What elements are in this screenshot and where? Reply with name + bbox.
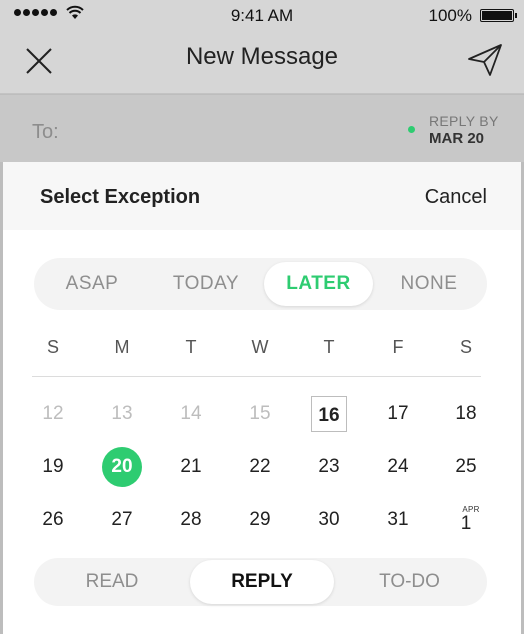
message-type-segmented-control: READ REPLY TO-DO [34,558,487,606]
calendar-day: 12 [42,403,64,424]
status-bar: 9:41 AM 100% [0,0,524,32]
recipient-row[interactable]: To: REPLY BY MAR 20 [0,95,524,162]
tab-later[interactable]: LATER [264,262,373,306]
calendar-day[interactable]: 31 [378,500,418,540]
weekday-label: M [114,337,130,357]
calendar-day: 15 [249,403,271,424]
cancel-button[interactable]: Cancel [425,186,487,209]
reply-by-label: REPLY BY [429,113,499,129]
timing-segmented-control: ASAP TODAY LATER NONE [34,258,487,310]
calendar-day[interactable]: 24 [378,447,418,487]
calendar-day[interactable]: 30 [309,500,349,540]
tab-read[interactable]: READ [38,560,186,604]
sheet-title: Select Exception [40,186,201,208]
calendar-day: 14 [180,403,202,424]
status-dot-icon [408,126,415,133]
calendar-day[interactable]: 18 [446,394,486,434]
calendar-day[interactable]: 19 [33,447,73,487]
calendar-day[interactable]: 29 [240,500,280,540]
tab-asap[interactable]: ASAP [38,262,146,306]
today-day[interactable]: 16 [311,396,347,432]
weekday-header: S M T W T F S [31,337,483,367]
calendar-day[interactable]: 17 [378,394,418,434]
reply-by-date: MAR 20 [429,130,485,147]
page-title: New Message [185,43,339,70]
calendar-day[interactable]: 27 [102,500,142,540]
tab-today[interactable]: TODAY [152,262,260,306]
tab-reply[interactable]: REPLY [190,560,334,604]
sheet-header: Select Exception Cancel [3,162,521,230]
weekday-label: F [392,337,404,357]
calendar-day[interactable]: 25 [446,447,486,487]
weekday-label: S [46,337,59,357]
battery-percent: 100% [428,6,472,25]
selected-day[interactable]: 20 [102,447,142,487]
nav-bar: New Message [0,32,524,94]
weekday-label: S [459,337,472,357]
exception-sheet: Select Exception Cancel ASAP TODAY LATER… [3,162,521,634]
to-label: To: [32,121,59,143]
send-icon[interactable] [466,42,504,78]
calendar-day[interactable]: 22 [240,447,280,487]
calendar-day[interactable]: 23 [309,447,349,487]
calendar-day[interactable]: 21 [171,447,211,487]
calendar-day[interactable]: 28 [171,500,211,540]
divider [32,376,481,377]
weekday-label: T [323,337,335,357]
tab-todo[interactable]: TO-DO [336,560,483,604]
calendar-day: 13 [111,403,133,424]
weekday-label: T [185,337,197,357]
tab-none[interactable]: NONE [375,262,483,306]
weekday-label: W [251,337,269,357]
calendar-day[interactable]: 26 [33,500,73,540]
battery-icon [480,9,517,22]
calendar-day[interactable]: 1 [446,500,486,540]
